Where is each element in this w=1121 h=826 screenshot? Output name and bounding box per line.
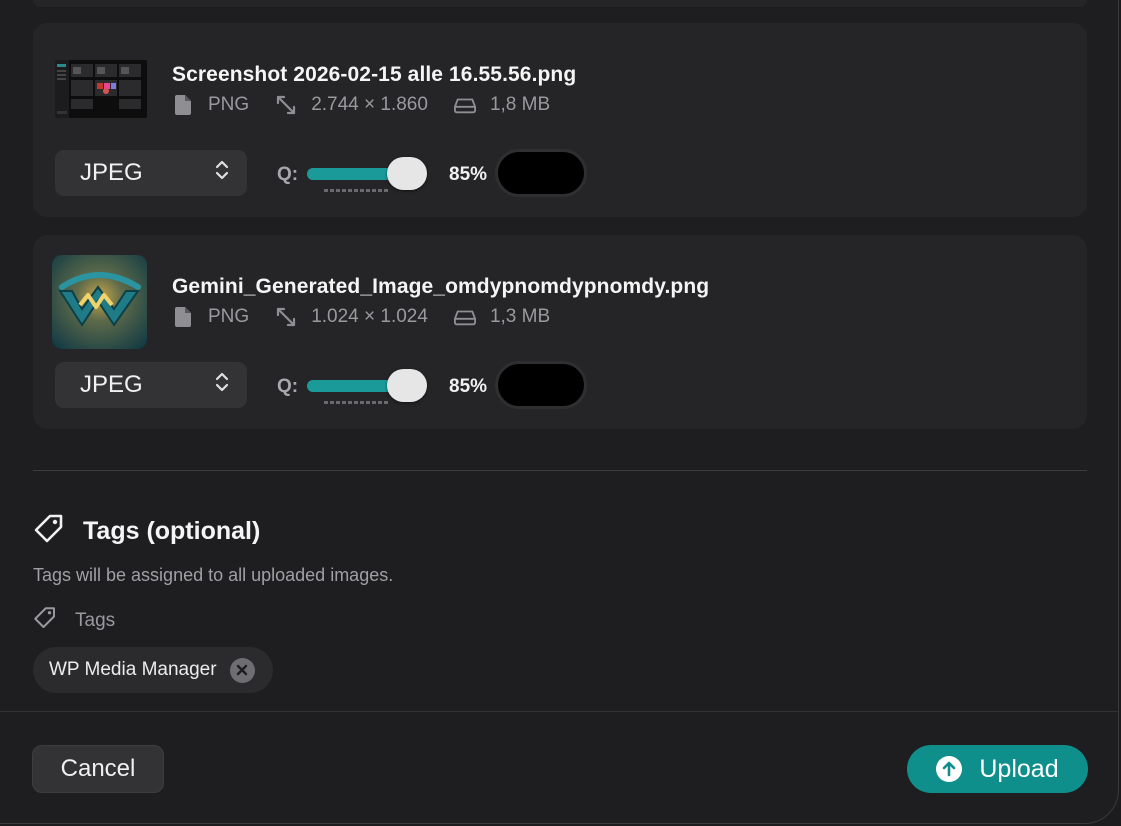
- quality-label: Q:: [277, 376, 299, 397]
- format-select-value: JPEG: [80, 159, 143, 186]
- color-swatch[interactable]: [495, 149, 587, 197]
- file-thumbnail: [55, 60, 147, 118]
- file-card: Screenshot 2026-02-15 alle 16.55.56.png …: [33, 23, 1087, 217]
- slider-ticks: [324, 189, 390, 192]
- tag-chip-label: WP Media Manager: [49, 659, 217, 680]
- tags-input-label: Tags: [75, 610, 116, 631]
- quality-slider[interactable]: [307, 154, 427, 194]
- file-thumbnail: [52, 255, 147, 349]
- upload-button[interactable]: Upload: [907, 745, 1088, 793]
- file-meta: PNG 2.744 × 1.860 1,8 MB: [172, 94, 576, 116]
- file-type: PNG: [208, 94, 250, 115]
- tags-section-title: Tags (optional): [33, 513, 260, 550]
- quality-value: 85%: [449, 164, 488, 185]
- file-dimensions: 2.744 × 1.860: [311, 94, 428, 115]
- quality-value: 85%: [449, 376, 488, 397]
- format-select[interactable]: JPEG: [55, 362, 247, 408]
- chevron-updown-icon: [215, 159, 229, 188]
- resize-icon: [275, 94, 297, 116]
- file-name: Screenshot 2026-02-15 alle 16.55.56.png: [172, 63, 577, 86]
- tags-input[interactable]: Tags: [33, 606, 115, 636]
- tag-icon: [33, 513, 65, 550]
- footer-divider: [0, 711, 1118, 712]
- file-size: 1,8 MB: [489, 94, 551, 115]
- tags-title: Tags (optional): [83, 517, 261, 545]
- color-swatch[interactable]: [495, 361, 587, 409]
- section-divider: [33, 470, 1087, 471]
- drive-icon: [453, 94, 476, 116]
- file-size: 1,3 MB: [489, 306, 551, 327]
- cancel-button-label: Cancel: [60, 755, 136, 782]
- file-meta: PNG 1.024 × 1.024 1,3 MB: [172, 306, 576, 328]
- upload-dialog: Screenshot 2026-02-15 alle 16.55.56.png …: [0, 0, 1119, 824]
- arrow-up-icon: [936, 756, 963, 782]
- chevron-updown-icon: [215, 371, 229, 400]
- quality-label: Q:: [277, 164, 299, 185]
- format-select-value: JPEG: [80, 371, 143, 398]
- close-icon[interactable]: [229, 657, 255, 683]
- file-icon: [172, 94, 194, 116]
- file-type: PNG: [208, 306, 250, 327]
- slider-knob[interactable]: [387, 369, 427, 402]
- upload-button-label: Upload: [979, 754, 1059, 783]
- drive-icon: [453, 306, 476, 328]
- tags-description: Tags will be assigned to all uploaded im…: [33, 565, 394, 585]
- format-select[interactable]: JPEG: [55, 150, 247, 196]
- quality-slider[interactable]: [307, 366, 427, 406]
- file-card: Gemini_Generated_Image_omdypnomdypnomdy.…: [33, 235, 1087, 429]
- previous-card-edge: [33, 0, 1087, 7]
- cancel-button[interactable]: Cancel: [32, 745, 164, 793]
- file-icon: [172, 306, 194, 328]
- tag-chip: WP Media Manager: [33, 647, 273, 693]
- resize-icon: [275, 306, 297, 328]
- file-dimensions: 1.024 × 1.024: [311, 306, 428, 327]
- slider-ticks: [324, 401, 390, 404]
- tag-icon: [33, 606, 57, 636]
- file-name: Gemini_Generated_Image_omdypnomdypnomdy.…: [172, 275, 710, 298]
- slider-knob[interactable]: [387, 157, 427, 190]
